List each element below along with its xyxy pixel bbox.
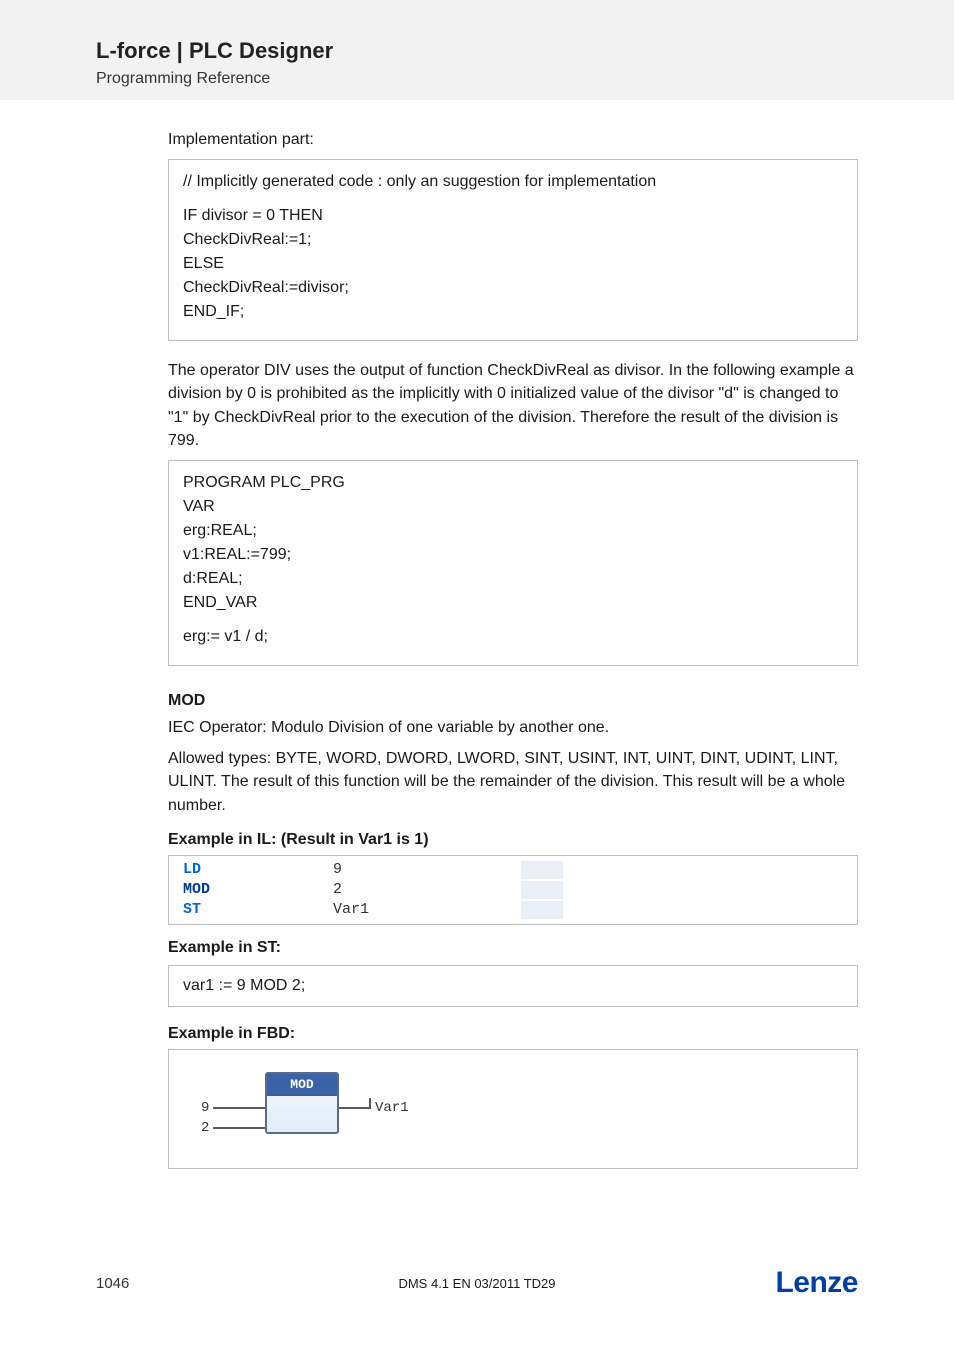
page-content: Implementation part: // Implicitly gener…	[0, 100, 954, 1169]
code-line: var1 := 9 MOD 2;	[183, 974, 843, 998]
fbd-input-1: 9	[201, 1100, 209, 1116]
fbd-wire	[339, 1107, 371, 1109]
code-line: VAR	[183, 495, 843, 519]
fbd-input-2: 2	[201, 1120, 209, 1136]
section-heading-mod: MOD	[168, 692, 858, 710]
example-st-heading: Example in ST:	[168, 939, 858, 957]
document-id: DMS 4.1 EN 03/2011 TD29	[398, 1276, 555, 1291]
code-line: END_VAR	[183, 591, 843, 615]
code-line: erg:REAL;	[183, 519, 843, 543]
fbd-block-label: MOD	[267, 1074, 337, 1096]
il-code-table: LD 9 MOD 2 ST Var1	[168, 855, 858, 925]
il-input-slot	[521, 901, 563, 919]
il-row: ST Var1	[169, 900, 857, 920]
il-row: LD 9	[169, 860, 857, 880]
il-row: MOD 2	[169, 880, 857, 900]
fbd-wire	[213, 1127, 265, 1129]
il-operand: 9	[333, 861, 473, 878]
product-title: L-force | PLC Designer	[96, 38, 954, 64]
il-operand: Var1	[333, 901, 473, 918]
code-block-checkdivreal: // Implicitly generated code : only an s…	[168, 159, 858, 341]
code-line: erg:= v1 / d;	[183, 625, 843, 649]
code-line: // Implicitly generated code : only an s…	[183, 170, 843, 194]
fbd-output: Var1	[375, 1100, 409, 1116]
page-subtitle: Programming Reference	[96, 70, 954, 88]
fbd-diagram: 9 2 Var1 MOD	[183, 1064, 443, 1154]
il-input-slot	[521, 881, 563, 899]
il-opcode: MOD	[183, 881, 333, 898]
mod-description-1: IEC Operator: Modulo Division of one var…	[168, 716, 858, 739]
page-number: 1046	[96, 1275, 129, 1292]
code-line: IF divisor = 0 THEN	[183, 204, 843, 228]
example-il-heading: Example in IL: (Result in Var1 is 1)	[168, 831, 858, 849]
il-input-slot	[521, 861, 563, 879]
lenze-logo: Lenze	[775, 1266, 858, 1300]
code-line: d:REAL;	[183, 567, 843, 591]
fbd-diagram-container: 9 2 Var1 MOD	[168, 1049, 858, 1169]
code-block-plcprg: PROGRAM PLC_PRG VAR erg:REAL; v1:REAL:=7…	[168, 460, 858, 666]
fbd-wire	[369, 1098, 371, 1109]
page-footer: 1046 DMS 4.1 EN 03/2011 TD29 Lenze	[0, 1266, 954, 1300]
code-line: CheckDivReal:=1;	[183, 228, 843, 252]
il-opcode: LD	[183, 861, 333, 878]
code-line: v1:REAL:=799;	[183, 543, 843, 567]
code-block-st: var1 := 9 MOD 2;	[168, 965, 858, 1007]
il-operand: 2	[333, 881, 473, 898]
code-line: PROGRAM PLC_PRG	[183, 471, 843, 495]
fbd-wire	[213, 1107, 265, 1109]
example-fbd-heading: Example in FBD:	[168, 1025, 858, 1043]
il-opcode: ST	[183, 901, 333, 918]
code-line: ELSE	[183, 252, 843, 276]
page-header: L-force | PLC Designer Programming Refer…	[0, 0, 954, 100]
fbd-block: MOD	[265, 1072, 339, 1134]
code-line: CheckDivReal:=divisor;	[183, 276, 843, 300]
code-line: END_IF;	[183, 300, 843, 324]
implementation-label: Implementation part:	[168, 128, 858, 151]
explanation-paragraph: The operator DIV uses the output of func…	[168, 359, 858, 452]
mod-description-2: Allowed types: BYTE, WORD, DWORD, LWORD,…	[168, 747, 858, 817]
